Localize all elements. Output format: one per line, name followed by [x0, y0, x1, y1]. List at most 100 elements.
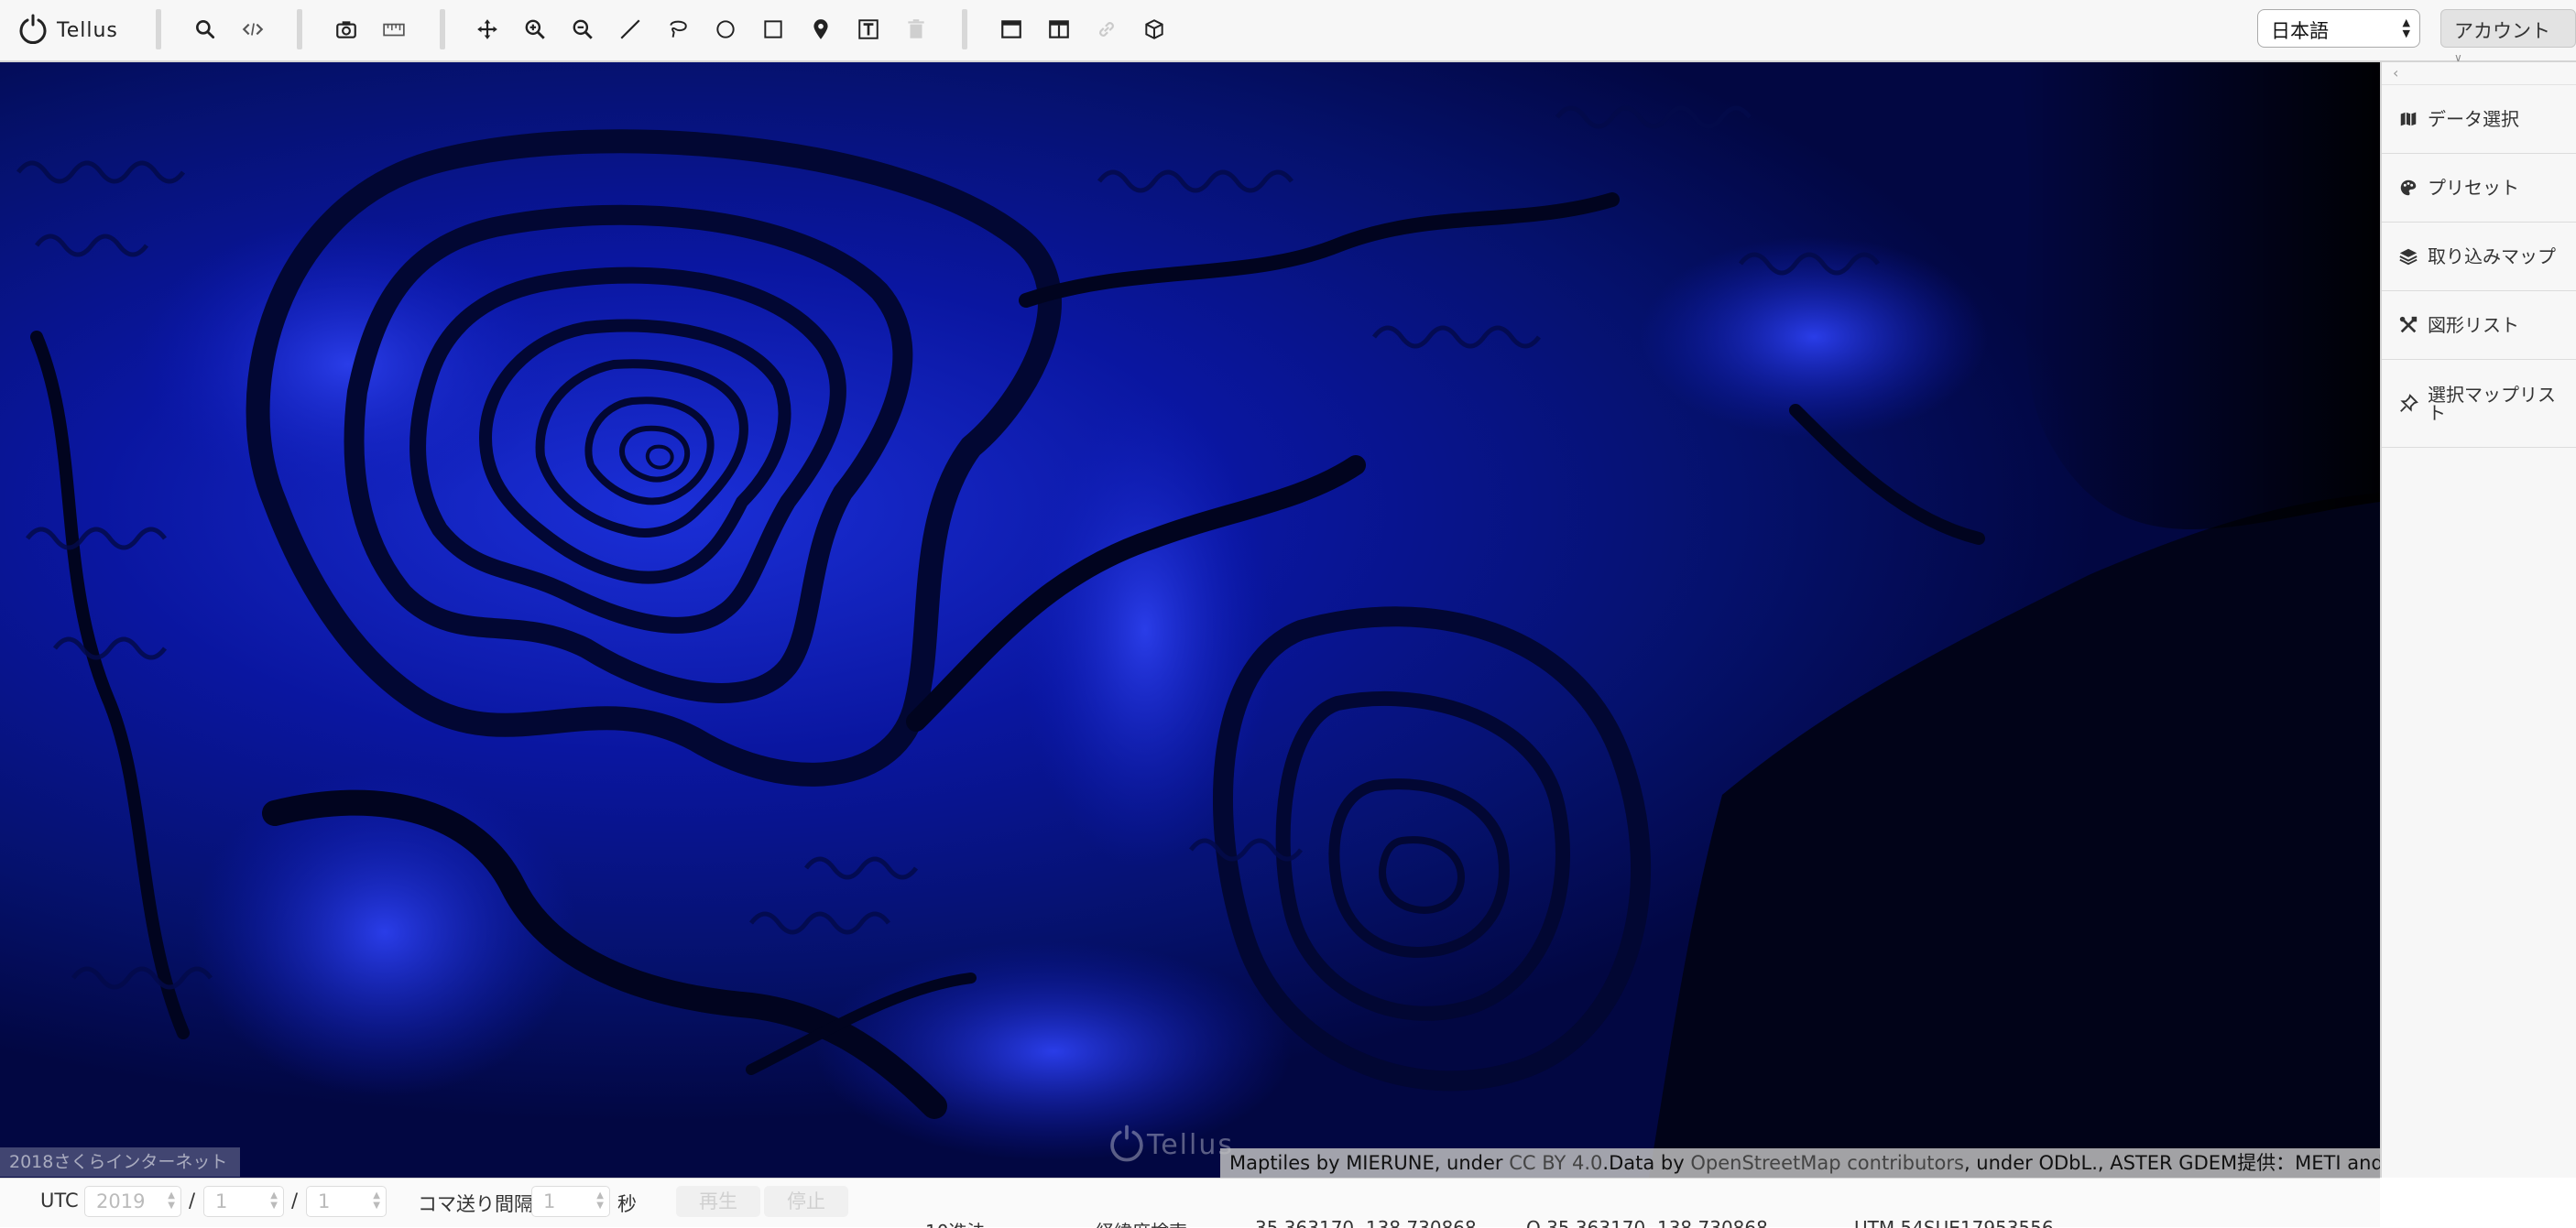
- cube-3d-icon: [1145, 19, 1163, 39]
- osm-link[interactable]: OpenStreetMap contributors: [1690, 1152, 1964, 1174]
- split-view-button[interactable]: [1041, 13, 1077, 46]
- code-button[interactable]: [235, 13, 271, 46]
- link-icon: [1099, 22, 1114, 37]
- search-icon: [196, 20, 215, 39]
- sidebar-item-label: 図形リスト: [2428, 314, 2519, 336]
- year-stepper[interactable]: 2019 ▲ ▼: [84, 1186, 181, 1217]
- zoom-out-icon: [573, 19, 593, 39]
- search-button[interactable]: [187, 13, 224, 46]
- attribution-part3: , under ODbL., ASTER GDEM提供：METI and NAS…: [1963, 1152, 2380, 1174]
- tellus-logo-icon: [19, 14, 47, 45]
- sidebar-item-label: プリセット: [2428, 177, 2519, 199]
- toolbar: Tellus 日本語 ▲ ▼ アカウント ∨: [0, 0, 2576, 64]
- map-attribution: Maptiles by MIERUNE, under CC BY 4.0.Dat…: [1220, 1148, 2380, 1178]
- toolbar-separator: [156, 9, 161, 49]
- interval-value: 1: [543, 1190, 556, 1212]
- month-value: 1: [215, 1190, 228, 1212]
- sidebar-item-label: データ選択: [2428, 108, 2519, 130]
- logo-text: Tellus: [57, 18, 118, 42]
- place-pin-button[interactable]: [802, 13, 839, 46]
- stop-button[interactable]: 停止: [764, 1186, 848, 1217]
- sidebar-item-data-select[interactable]: データ選択: [2382, 85, 2576, 154]
- right-sidebar: ‹ データ選択 プリセット 取り込みマップ 図形リスト 選択マップリスト: [2380, 62, 2576, 1178]
- map-icon: [2400, 112, 2417, 126]
- toolbar-separator: [440, 9, 445, 49]
- add-text-button[interactable]: [850, 13, 887, 46]
- contour-rings-east: [1213, 606, 1652, 1092]
- latlon-search[interactable]: 経緯度検索: [1096, 1217, 1187, 1228]
- palette-icon: [2400, 179, 2417, 196]
- interval-stepper[interactable]: 1 ▲ ▼: [531, 1186, 610, 1217]
- cc-by-link[interactable]: CC BY 4.0: [1509, 1152, 1602, 1174]
- line-icon: [620, 19, 640, 39]
- attribution-part2: .Data by: [1602, 1152, 1691, 1174]
- language-select[interactable]: 日本語 ▲ ▼: [2257, 9, 2420, 48]
- split-view-icon: [1049, 20, 1069, 38]
- trash-icon: [908, 19, 924, 38]
- draw-lasso-button[interactable]: [660, 13, 696, 46]
- rectangle-icon: [764, 20, 782, 38]
- copyright-watermark: 2018さくらインターネット: [0, 1147, 240, 1177]
- stepper-arrows-icon: ▲ ▼: [596, 1190, 604, 1211]
- tellus-logo[interactable]: Tellus: [16, 9, 118, 51]
- account-label: アカウント: [2454, 20, 2550, 42]
- circle-icon: [716, 20, 735, 38]
- sidebar-item-imported-maps[interactable]: 取り込みマップ: [2382, 223, 2576, 291]
- day-value: 1: [318, 1190, 331, 1212]
- play-button[interactable]: 再生: [676, 1186, 760, 1217]
- pin-list-icon: [2400, 393, 2418, 412]
- sidebar-item-label: 選択マップリスト: [2428, 383, 2556, 424]
- utm-coordinates: UTM 54SUE17953556: [1854, 1217, 2054, 1228]
- sidebar-item-preset[interactable]: プリセット: [2382, 154, 2576, 223]
- sidebar-item-selected-map-list[interactable]: 選択マップリスト: [2382, 360, 2576, 448]
- time-controls: UTC 2019 ▲ ▼ / 1 ▲ ▼ / 1 ▲ ▼ コマ送り間隔 1 ▲ ▼ 秒 …: [0, 1178, 2380, 1228]
- zoom-in-button[interactable]: [517, 13, 553, 46]
- stepper-arrows-icon: ▲ ▼: [270, 1190, 278, 1211]
- pan-button[interactable]: [469, 13, 506, 46]
- sidebar-item-shape-list[interactable]: 図形リスト: [2382, 291, 2576, 360]
- year-value: 2019: [96, 1190, 146, 1212]
- window-icon: [1001, 20, 1021, 38]
- interval-unit: 秒: [617, 1193, 637, 1215]
- sidebar-item-label: 取り込みマップ: [2428, 245, 2556, 267]
- attribution-part1: Maptiles by MIERUNE, under: [1229, 1152, 1510, 1174]
- map-canvas[interactable]: 2018さくらインターネット Tellus Maptiles by MIERUN…: [0, 62, 2380, 1178]
- tools-icon: [2399, 316, 2418, 333]
- coordinate-format-select[interactable]: 10進法: [925, 1217, 985, 1228]
- camera-icon: [336, 21, 356, 38]
- draw-rectangle-button[interactable]: [755, 13, 791, 46]
- tellus-logo-icon: [1110, 1125, 1143, 1162]
- collapse-sidebar-button[interactable]: ‹: [2382, 62, 2576, 85]
- day-stepper[interactable]: 1 ▲ ▼: [306, 1186, 387, 1217]
- utc-label: UTC: [40, 1190, 79, 1212]
- code-icon: [242, 23, 264, 36]
- link-button[interactable]: [1088, 13, 1125, 46]
- interval-label: コマ送り間隔: [418, 1193, 533, 1215]
- center-coordinates: Q 35.363170, 138.730868: [1526, 1217, 1768, 1228]
- cursor-coordinates: 35.363170, 138.730868: [1255, 1217, 1477, 1228]
- draw-circle-button[interactable]: [707, 13, 744, 46]
- date-separator: /: [189, 1190, 196, 1212]
- delete-button[interactable]: [898, 13, 934, 46]
- move-icon: [477, 19, 497, 39]
- text-icon: [858, 19, 879, 39]
- 3d-view-button[interactable]: [1136, 13, 1173, 46]
- zoom-out-button[interactable]: [564, 13, 601, 46]
- month-stepper[interactable]: 1 ▲ ▼: [203, 1186, 284, 1217]
- screenshot-button[interactable]: [328, 13, 365, 46]
- date-separator: /: [291, 1190, 299, 1212]
- language-value: 日本語: [2271, 20, 2329, 42]
- window-button[interactable]: [993, 13, 1030, 46]
- account-button[interactable]: アカウント ∨: [2440, 9, 2576, 64]
- select-arrows-icon: ▲ ▼: [2402, 16, 2410, 39]
- map-logo: Tellus: [1107, 1125, 1234, 1165]
- lasso-icon: [670, 20, 687, 38]
- stepper-arrows-icon: ▲ ▼: [373, 1190, 380, 1211]
- measure-button[interactable]: [376, 13, 412, 46]
- toolbar-separator: [962, 9, 967, 49]
- layers-icon: [2399, 248, 2418, 266]
- draw-line-button[interactable]: [612, 13, 649, 46]
- stepper-arrows-icon: ▲ ▼: [168, 1190, 175, 1211]
- toolbar-separator: [297, 9, 302, 49]
- elevation-map: [16, 62, 2380, 1178]
